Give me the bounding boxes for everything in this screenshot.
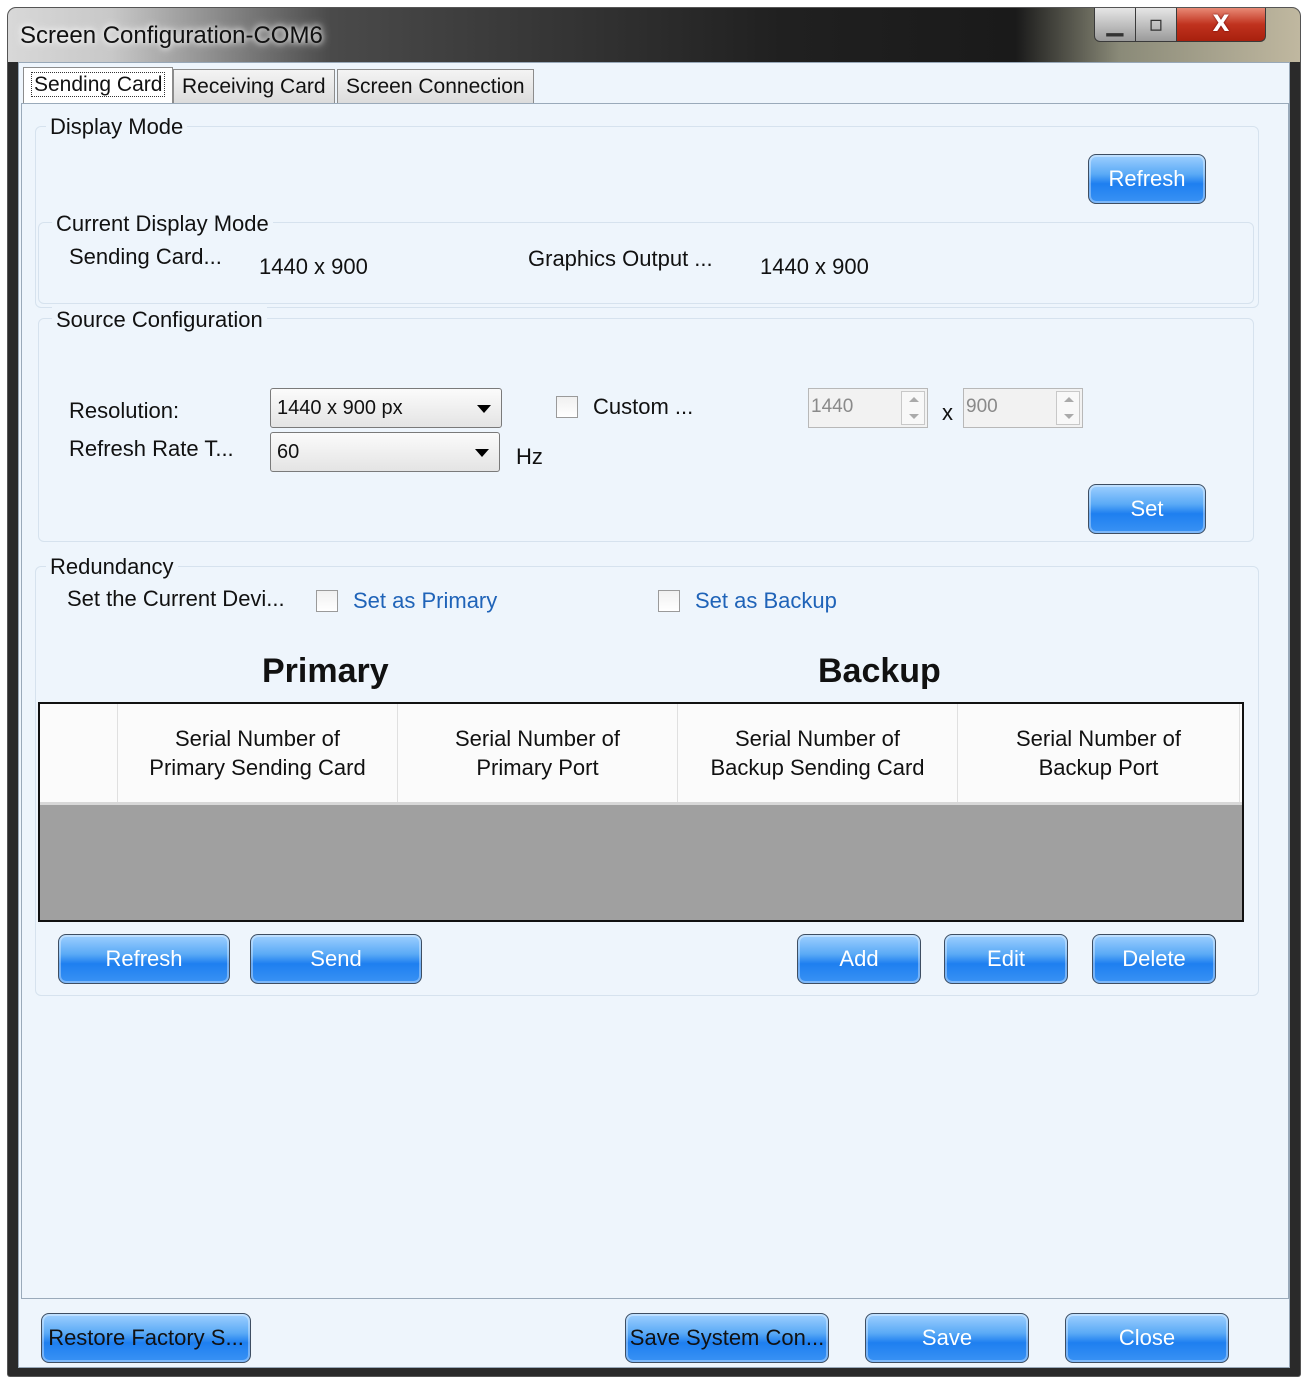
custom-x-label: x (942, 400, 953, 425)
backup-heading: Backup (818, 652, 941, 690)
display-refresh-button[interactable]: Refresh (1088, 154, 1206, 204)
title-bar[interactable]: Screen Configuration-COM6 ▁ ▫ X (8, 8, 1300, 62)
row-header-corner (40, 704, 118, 802)
save-system-config-button[interactable]: Save System Con... (625, 1313, 829, 1363)
delete-button[interactable]: Delete (1092, 934, 1216, 984)
resolution-select[interactable]: 1440 x 900 px (270, 388, 502, 428)
sending-card-mode-label: Sending Card... (69, 244, 222, 269)
save-button[interactable]: Save (865, 1313, 1029, 1363)
close-button[interactable]: Close (1065, 1313, 1229, 1363)
column-header[interactable]: Serial Number of Backup Port (958, 704, 1240, 802)
column-header[interactable]: Serial Number of Primary Port (398, 704, 678, 802)
sending-card-mode-value: 1440 x 900 (259, 254, 368, 279)
custom-label: Custom ... (593, 394, 694, 419)
client-area: Sending Card Receiving Card Screen Conne… (18, 62, 1290, 1368)
refresh-rate-label: Refresh Rate T... (69, 436, 234, 461)
resolution-value: 1440 x 900 px (277, 397, 403, 419)
custom-height-spinner[interactable]: 900 (963, 388, 1083, 428)
graphics-output-label: Graphics Output ... (528, 246, 713, 271)
resolution-label: Resolution: (69, 398, 180, 423)
hz-label: Hz (516, 444, 543, 469)
custom-width-spinner[interactable]: 1440 (808, 388, 928, 428)
tab-screen-connection[interactable]: Screen Connection (337, 69, 534, 103)
graphics-output-value: 1440 x 900 (760, 254, 869, 279)
custom-height-value: 900 (966, 396, 998, 417)
spinner-arrows-icon[interactable] (901, 391, 925, 425)
restore-factory-button[interactable]: Restore Factory S... (41, 1313, 251, 1363)
column-header[interactable]: Serial Number of Backup Sending Card (678, 704, 958, 802)
set-primary-link[interactable]: Set as Primary (353, 588, 497, 614)
source-config-label: Source Configuration (52, 307, 267, 333)
set-current-device-label: Set the Current Devi... (67, 586, 285, 611)
close-icon[interactable]: X (1176, 8, 1266, 42)
display-mode-label: Display Mode (46, 114, 188, 140)
current-display-mode-label: Current Display Mode (52, 211, 273, 237)
redundancy-table[interactable]: Serial Number of Primary Sending Card Se… (38, 702, 1244, 922)
send-button[interactable]: Send (250, 934, 422, 984)
set-button[interactable]: Set (1088, 484, 1206, 534)
minimize-icon[interactable]: ▁ (1094, 8, 1136, 42)
edit-button[interactable]: Edit (944, 934, 1068, 984)
chevron-down-icon (475, 449, 489, 457)
tab-sending-card[interactable]: Sending Card (23, 67, 174, 103)
primary-heading: Primary (262, 652, 389, 690)
column-header[interactable]: Serial Number of Primary Sending Card (118, 704, 398, 802)
refresh-rate-value: 60 (277, 441, 300, 463)
tab-label: Sending Card (30, 72, 166, 97)
chevron-down-icon (477, 405, 491, 413)
source-config-group (38, 318, 1254, 542)
maximize-icon[interactable]: ▫ (1135, 8, 1177, 42)
set-primary-checkbox[interactable] (316, 590, 338, 612)
redundancy-refresh-button[interactable]: Refresh (58, 934, 230, 984)
custom-width-value: 1440 (811, 396, 854, 417)
tab-receiving-card[interactable]: Receiving Card (173, 69, 335, 103)
refresh-rate-select[interactable]: 60 (270, 432, 500, 472)
sending-card-page: Display Mode Refresh Current Display Mod… (21, 103, 1289, 1299)
spinner-arrows-icon[interactable] (1056, 391, 1080, 425)
set-backup-link[interactable]: Set as Backup (695, 588, 837, 614)
table-header: Serial Number of Primary Sending Card Se… (40, 704, 1242, 805)
custom-checkbox[interactable] (556, 396, 578, 418)
app-window: Screen Configuration-COM6 ▁ ▫ X Sending … (8, 8, 1300, 1376)
window-title: Screen Configuration-COM6 (20, 22, 323, 49)
redundancy-label: Redundancy (46, 554, 178, 580)
add-button[interactable]: Add (797, 934, 921, 984)
set-backup-checkbox[interactable] (658, 590, 680, 612)
